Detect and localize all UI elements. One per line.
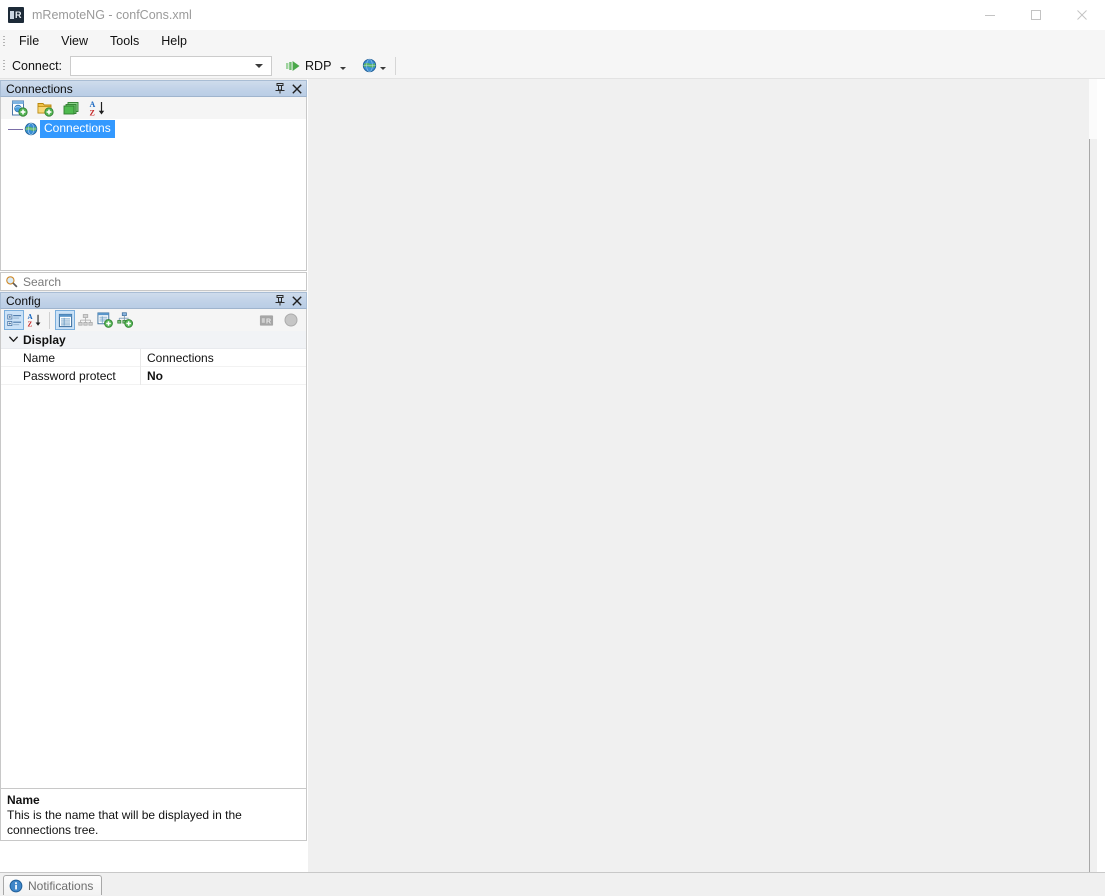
new-folder-button[interactable] xyxy=(35,98,55,118)
tab-notifications[interactable]: Notifications xyxy=(3,875,103,895)
connections-panel: Connections A Z Connections Search xyxy=(0,80,307,291)
right-dock-edge-top xyxy=(1089,79,1097,139)
connect-combobox[interactable] xyxy=(70,55,273,76)
connect-input[interactable] xyxy=(71,56,250,75)
close-button[interactable] xyxy=(1059,0,1105,30)
client-area: Connections A Z Connections Search Confi… xyxy=(0,79,1105,896)
property-name-cell: Password protect xyxy=(1,366,141,385)
svg-text:Z: Z xyxy=(27,320,32,327)
mremoteng-badge-icon: R xyxy=(259,313,274,328)
chevron-down-icon[interactable] xyxy=(7,333,20,346)
default-properties-button[interactable] xyxy=(95,310,115,330)
new-connection-button[interactable] xyxy=(9,98,29,118)
search-icon xyxy=(5,275,18,288)
window-title: mRemoteNG - confCons.xml xyxy=(32,8,192,22)
info-icon xyxy=(9,879,23,893)
tree-node-connections[interactable]: Connections xyxy=(1,120,306,138)
tab-notifications-label: Notifications xyxy=(28,878,94,893)
hierarchy-icon xyxy=(75,310,95,330)
config-panel-title: Config xyxy=(6,293,41,308)
tree-node-label[interactable]: Connections xyxy=(40,120,115,138)
toolbar-separator xyxy=(395,56,397,75)
default-inheritance-button[interactable] xyxy=(115,310,135,330)
mdi-document-area xyxy=(307,79,1097,896)
connect-label: Connect: xyxy=(12,58,63,73)
close-icon[interactable] xyxy=(292,295,302,309)
globe-icon xyxy=(362,58,377,73)
menu-bar: File View Tools Help xyxy=(0,30,1105,53)
property-description-pane: Name This is the name that will be displ… xyxy=(0,788,307,841)
menu-item-help[interactable]: Help xyxy=(150,31,198,52)
property-grid[interactable]: Display Name Connections Password protec… xyxy=(0,331,307,794)
connections-panel-title: Connections xyxy=(6,81,73,96)
window-controls xyxy=(967,0,1105,30)
maximize-button[interactable] xyxy=(1013,0,1059,30)
globe-icon xyxy=(24,122,38,136)
search-input[interactable] xyxy=(18,273,290,290)
mremoteng-window: mRemoteNG - confCons.xml File View Tools… xyxy=(0,0,1105,896)
bottom-tab-strip: Notifications xyxy=(0,872,1105,896)
rdp-arrow-icon xyxy=(285,59,301,73)
table-row[interactable]: Name Connections xyxy=(1,348,306,367)
menu-item-view[interactable]: View xyxy=(50,31,99,52)
table-row[interactable]: Password protect No xyxy=(1,366,306,385)
svg-text:R: R xyxy=(266,318,271,325)
property-value-cell[interactable]: Connections xyxy=(141,349,306,367)
left-dock-area: Connections A Z Connections Search Confi… xyxy=(0,79,307,896)
pin-icon[interactable] xyxy=(275,82,285,97)
right-dock-edge xyxy=(1089,79,1097,896)
connect-dropdown-arrow[interactable] xyxy=(249,57,269,75)
svg-text:Z: Z xyxy=(89,108,94,117)
property-category-label: Display xyxy=(23,332,66,347)
connections-toolbar: A Z xyxy=(0,97,307,119)
connections-panel-header: Connections xyxy=(0,80,307,97)
close-icon[interactable] xyxy=(292,83,302,97)
mremoteng-logo-icon xyxy=(8,7,24,23)
property-value-cell[interactable]: No xyxy=(141,367,306,385)
tree-connector-line xyxy=(8,128,23,130)
menu-item-file[interactable]: File xyxy=(8,31,50,52)
connections-tree[interactable]: Connections xyxy=(0,119,307,271)
protocol-dropdown-arrow[interactable] xyxy=(340,59,347,73)
property-category-display[interactable]: Display xyxy=(1,331,306,349)
property-description-title: Name xyxy=(7,793,40,807)
sort-alphabetical-button[interactable]: A Z xyxy=(24,310,44,330)
property-pages-button[interactable] xyxy=(55,310,75,330)
stacked-windows-icon[interactable] xyxy=(61,98,81,118)
minimize-button[interactable] xyxy=(967,0,1013,30)
config-panel-header: Config xyxy=(0,292,307,309)
quick-connect-dropdown-arrow[interactable] xyxy=(380,59,387,73)
quick-connect-button[interactable] xyxy=(359,56,389,75)
circle-icon xyxy=(284,313,298,327)
config-toolbar-right-tools: R xyxy=(259,309,298,331)
config-toolbar: A Z R xyxy=(0,309,307,331)
sort-alpha-down-icon[interactable]: A Z xyxy=(87,98,107,118)
menu-gripper[interactable] xyxy=(0,30,8,53)
property-description-body: This is the name that will be displayed … xyxy=(7,808,242,837)
categorized-button[interactable] xyxy=(4,310,24,330)
menu-item-tools[interactable]: Tools xyxy=(99,31,150,52)
toolbar-gripper[interactable] xyxy=(0,54,8,77)
title-bar: mRemoteNG - confCons.xml xyxy=(0,0,1105,30)
connect-toolbar: Connect: RDP xyxy=(0,53,1105,79)
pin-icon[interactable] xyxy=(275,294,285,309)
search-box[interactable] xyxy=(0,272,307,291)
protocol-label: RDP xyxy=(305,58,332,73)
protocol-selector[interactable]: RDP xyxy=(282,57,349,75)
config-toolbar-separator xyxy=(49,311,50,329)
property-name-cell: Name xyxy=(1,348,141,367)
